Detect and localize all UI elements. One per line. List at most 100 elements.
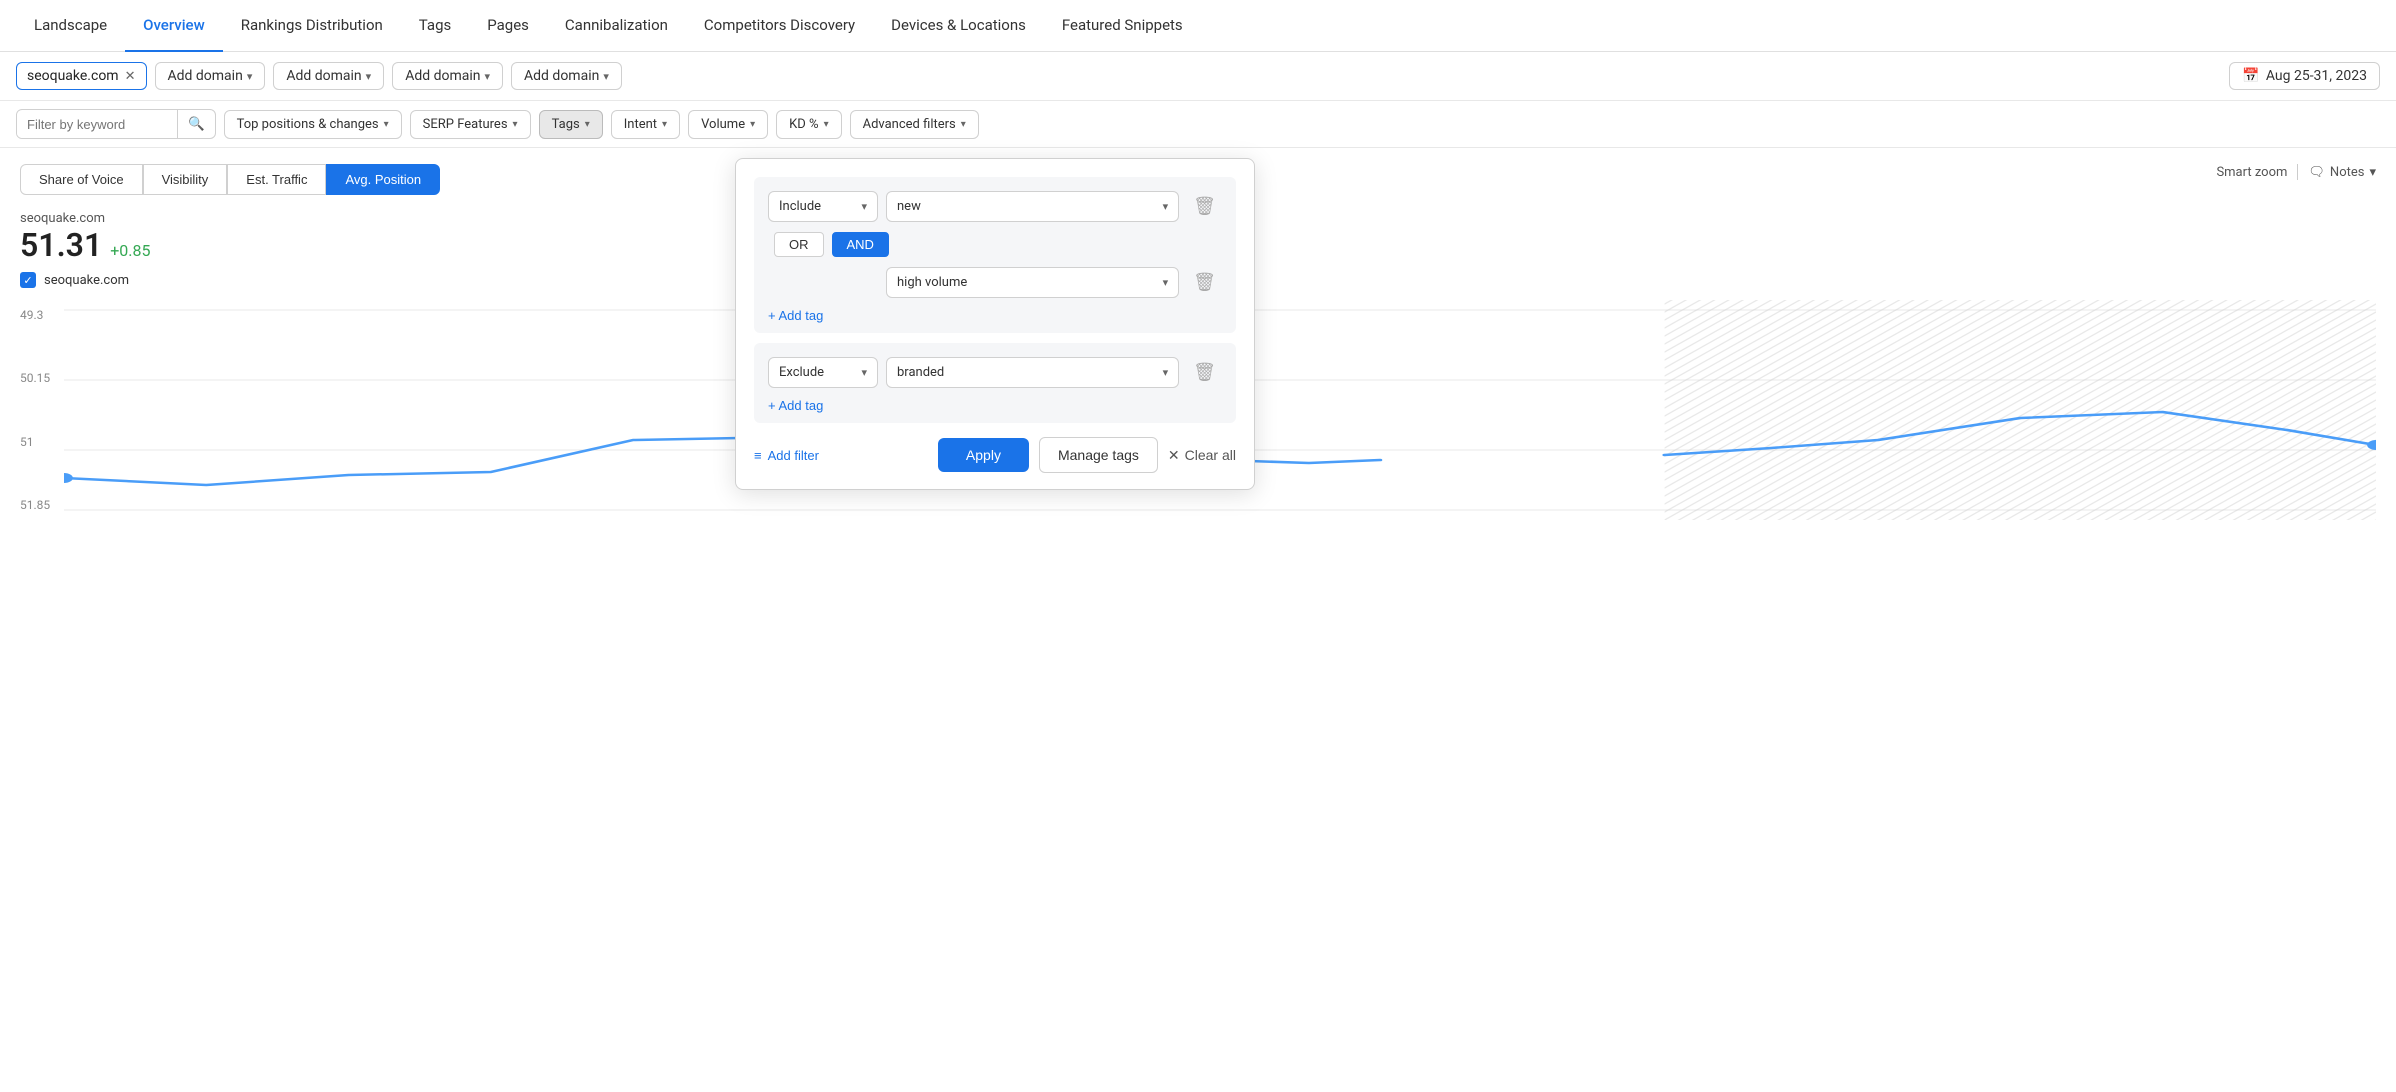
add-domain-2-label: Add domain [286,68,361,84]
tag-select-1[interactable]: new ▾ [886,191,1179,222]
y-axis: 49.3 50.15 51 51.85 [20,300,50,520]
notes-button[interactable]: 🗨 Notes ▾ [2308,165,2376,180]
footer-actions: Apply Manage tags ✕ Clear all [938,437,1236,473]
remove-domain-button[interactable]: ✕ [125,69,136,84]
include-filter-block: Include ▾ new ▾ 🗑 OR AND high volume ▾ [754,177,1236,333]
add-filter-button[interactable]: ≡ Add filter [754,448,819,463]
add-tag-2-label: + Add tag [768,398,823,413]
tab-avg-position[interactable]: Avg. Position [326,164,440,195]
clear-all-label: Clear all [1185,447,1236,463]
serp-features-dropdown[interactable]: SERP Features ▾ [410,110,531,139]
delete-row-1-button[interactable]: 🗑 [1187,194,1222,219]
chevron-down-icon: ▾ [247,70,253,83]
tag-select-2[interactable]: high volume ▾ [886,267,1179,298]
delete-row-2-button[interactable]: 🗑 [1187,270,1222,295]
nav-rankings-distribution[interactable]: Rankings Distribution [223,0,401,52]
add-tag-2-button[interactable]: + Add tag [768,398,823,413]
second-tag-row: high volume ▾ 🗑 [768,267,1222,298]
chevron-down-icon: ▾ [485,70,491,83]
top-positions-label: Top positions & changes [237,117,379,132]
add-domain-3-button[interactable]: Add domain ▾ [392,62,503,90]
toolbar: seoquake.com ✕ Add domain ▾ Add domain ▾… [0,52,2396,101]
logic-or-button[interactable]: OR [774,232,824,257]
y-label-0: 49.3 [20,308,50,322]
legend-label: seoquake.com [44,273,129,288]
chevron-down-icon: ▾ [750,119,755,130]
exclude-select[interactable]: Exclude ▾ [768,357,878,388]
tag-value-1: new [897,199,921,214]
chevron-down-icon: ▾ [1163,366,1169,379]
chevron-down-icon: ▾ [662,119,667,130]
tab-share-of-voice[interactable]: Share of Voice [20,164,143,195]
chevron-down-icon: ▾ [384,119,389,130]
legend-checkbox[interactable] [20,272,36,288]
chevron-down-icon: ▾ [366,70,372,83]
tag-value-2: high volume [897,275,967,290]
kd-dropdown[interactable]: KD % ▾ [776,110,841,139]
chevron-down-icon: ▾ [1163,276,1169,289]
nav-cannibalization[interactable]: Cannibalization [547,0,686,52]
exclude-filter-block: Exclude ▾ branded ▾ 🗑 + Add tag [754,343,1236,423]
include-value: Include [779,199,821,214]
filter-lines-icon: ≡ [754,448,762,463]
exclude-filter-row: Exclude ▾ branded ▾ 🗑 [768,357,1222,388]
date-label: Aug 25-31, 2023 [2266,68,2367,84]
close-icon: ✕ [1168,447,1180,464]
calendar-icon: 📅 [2242,68,2259,84]
include-select[interactable]: Include ▾ [768,191,878,222]
delete-row-3-button[interactable]: 🗑 [1187,360,1222,385]
add-tag-1-button[interactable]: + Add tag [768,308,823,323]
nav-pages[interactable]: Pages [469,0,547,52]
divider [2297,164,2298,180]
tab-visibility[interactable]: Visibility [143,164,228,195]
chart-top-right: Smart zoom 🗨 Notes ▾ [2216,164,2376,180]
nav-tags[interactable]: Tags [401,0,469,52]
chart-main-value: 51.31 [20,226,102,264]
tag-select-3[interactable]: branded ▾ [886,357,1179,388]
intent-dropdown[interactable]: Intent ▾ [611,110,680,139]
keyword-filter-input[interactable] [17,111,177,138]
chevron-down-icon: ▾ [824,119,829,130]
date-picker-button[interactable]: 📅 Aug 25-31, 2023 [2229,62,2380,90]
nav-overview[interactable]: Overview [125,0,223,52]
volume-dropdown[interactable]: Volume ▾ [688,110,768,139]
domain-label: seoquake.com [27,68,119,84]
chevron-down-icon: ▾ [861,366,867,379]
nav-devices-locations[interactable]: Devices & Locations [873,0,1044,52]
apply-button[interactable]: Apply [938,438,1029,472]
keyword-filter-wrap: 🔍 [16,109,216,139]
notes-icon: 🗨 [2308,165,2325,180]
advanced-filters-label: Advanced filters [863,117,956,132]
tab-est-traffic[interactable]: Est. Traffic [227,164,326,195]
notes-label: Notes [2330,165,2365,180]
add-filter-label: Add filter [768,448,819,463]
kd-label: KD % [789,117,818,132]
add-domain-4-label: Add domain [524,68,599,84]
add-domain-4-button[interactable]: Add domain ▾ [511,62,622,90]
filter-row: 🔍 Top positions & changes ▾ SERP Feature… [0,101,2396,148]
logic-and-button[interactable]: AND [832,232,889,257]
add-domain-1-button[interactable]: Add domain ▾ [155,62,266,90]
add-tag-1-label: + Add tag [768,308,823,323]
top-positions-dropdown[interactable]: Top positions & changes ▾ [224,110,402,139]
advanced-filters-dropdown[interactable]: Advanced filters ▾ [850,110,979,139]
y-label-1: 50.15 [20,371,50,385]
main-nav: Landscape Overview Rankings Distribution… [0,0,2396,52]
clear-all-button[interactable]: ✕ Clear all [1168,447,1236,464]
add-domain-2-button[interactable]: Add domain ▾ [273,62,384,90]
y-label-3: 51.85 [20,498,50,512]
chevron-down-icon: ▾ [861,200,867,213]
manage-tags-button[interactable]: Manage tags [1039,437,1158,473]
y-label-2: 51 [20,435,50,449]
tag-value-3: branded [897,365,944,380]
tags-dropdown[interactable]: Tags ▾ [539,110,603,139]
exclude-value: Exclude [779,365,824,380]
nav-landscape[interactable]: Landscape [16,0,125,52]
keyword-search-button[interactable]: 🔍 [177,110,215,138]
nav-featured-snippets[interactable]: Featured Snippets [1044,0,1201,52]
tags-filter-popup: Include ▾ new ▾ 🗑 OR AND high volume ▾ [735,158,1255,490]
intent-label: Intent [624,117,657,132]
nav-competitors-discovery[interactable]: Competitors Discovery [686,0,873,52]
add-domain-1-label: Add domain [168,68,243,84]
chevron-down-icon: ▾ [961,119,966,130]
